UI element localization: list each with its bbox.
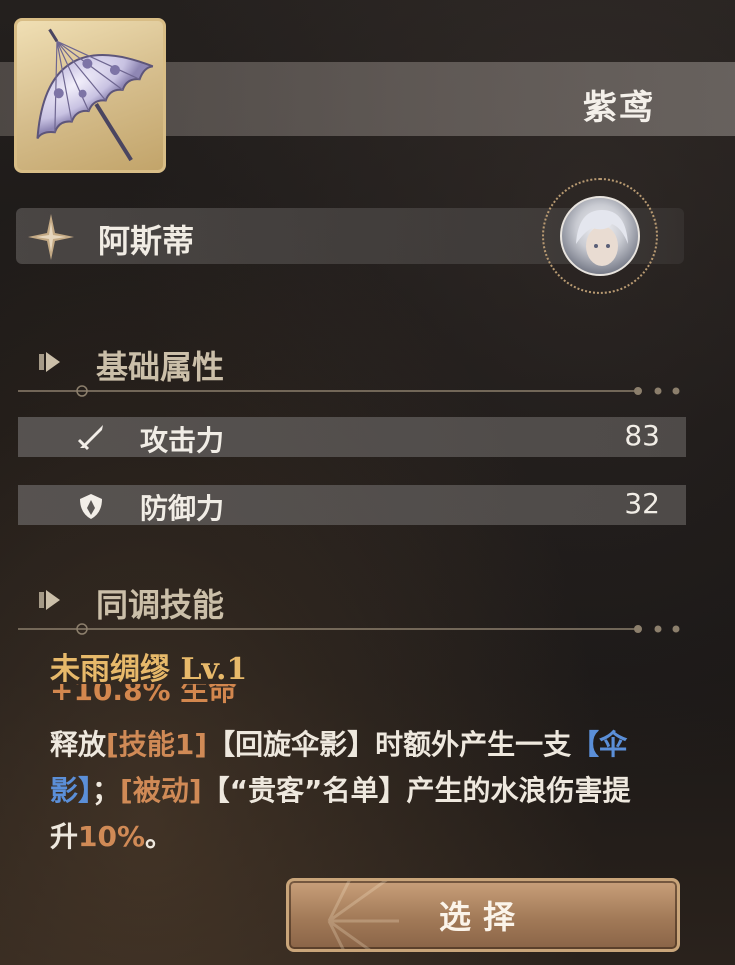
desc-passive-tag: [被动] <box>120 774 202 807</box>
compass-star-icon <box>28 214 74 260</box>
character-name: 阿斯蒂 <box>98 222 195 260</box>
section-arrow-icon <box>39 352 60 372</box>
desc-text: ； <box>92 774 121 807</box>
stat-label-attack: 攻击力 <box>140 424 225 457</box>
stat-value-attack: 83 <box>624 419 660 452</box>
skill-title: 未雨绸缪 <box>50 652 170 687</box>
select-button-label: 选择 <box>438 898 527 936</box>
desc-text: 释放 <box>50 728 107 761</box>
select-button[interactable]: 选择 <box>286 878 680 952</box>
shield-icon <box>80 494 102 519</box>
section-arrow-icon <box>39 590 60 610</box>
sword-icon <box>77 425 103 451</box>
desc-text: 。 <box>145 820 174 853</box>
desc-text: 【回旋伞影】时额外产生一支 <box>207 728 572 761</box>
sunburst-decoration <box>327 881 399 949</box>
weapon-name: 紫鸢 <box>583 88 655 128</box>
umbrella-icon <box>36 28 154 162</box>
stat-label-defense: 防御力 <box>140 492 225 525</box>
desc-percentage: 10% <box>78 820 146 853</box>
stat-value-defense: 32 <box>624 487 660 520</box>
weapon-card[interactable] <box>14 18 166 173</box>
section-divider <box>18 623 680 635</box>
skill-description: 释放[技能1]【回旋伞影】时额外产生一支【伞影】；[被动]【“贵客”名单】产生的… <box>50 722 640 860</box>
base-attributes-title: 基础属性 <box>96 348 225 386</box>
desc-skill-tag: [技能1] <box>106 728 208 761</box>
skill-extra-stat: +10.8% 生命 <box>50 684 237 706</box>
section-divider <box>18 385 680 397</box>
sync-skill-title: 同调技能 <box>96 586 225 624</box>
skill-level: Lv.1 <box>180 652 248 687</box>
character-avatar[interactable] <box>560 196 640 276</box>
skill-name: 未雨绸缪 Lv.1 <box>50 644 247 688</box>
